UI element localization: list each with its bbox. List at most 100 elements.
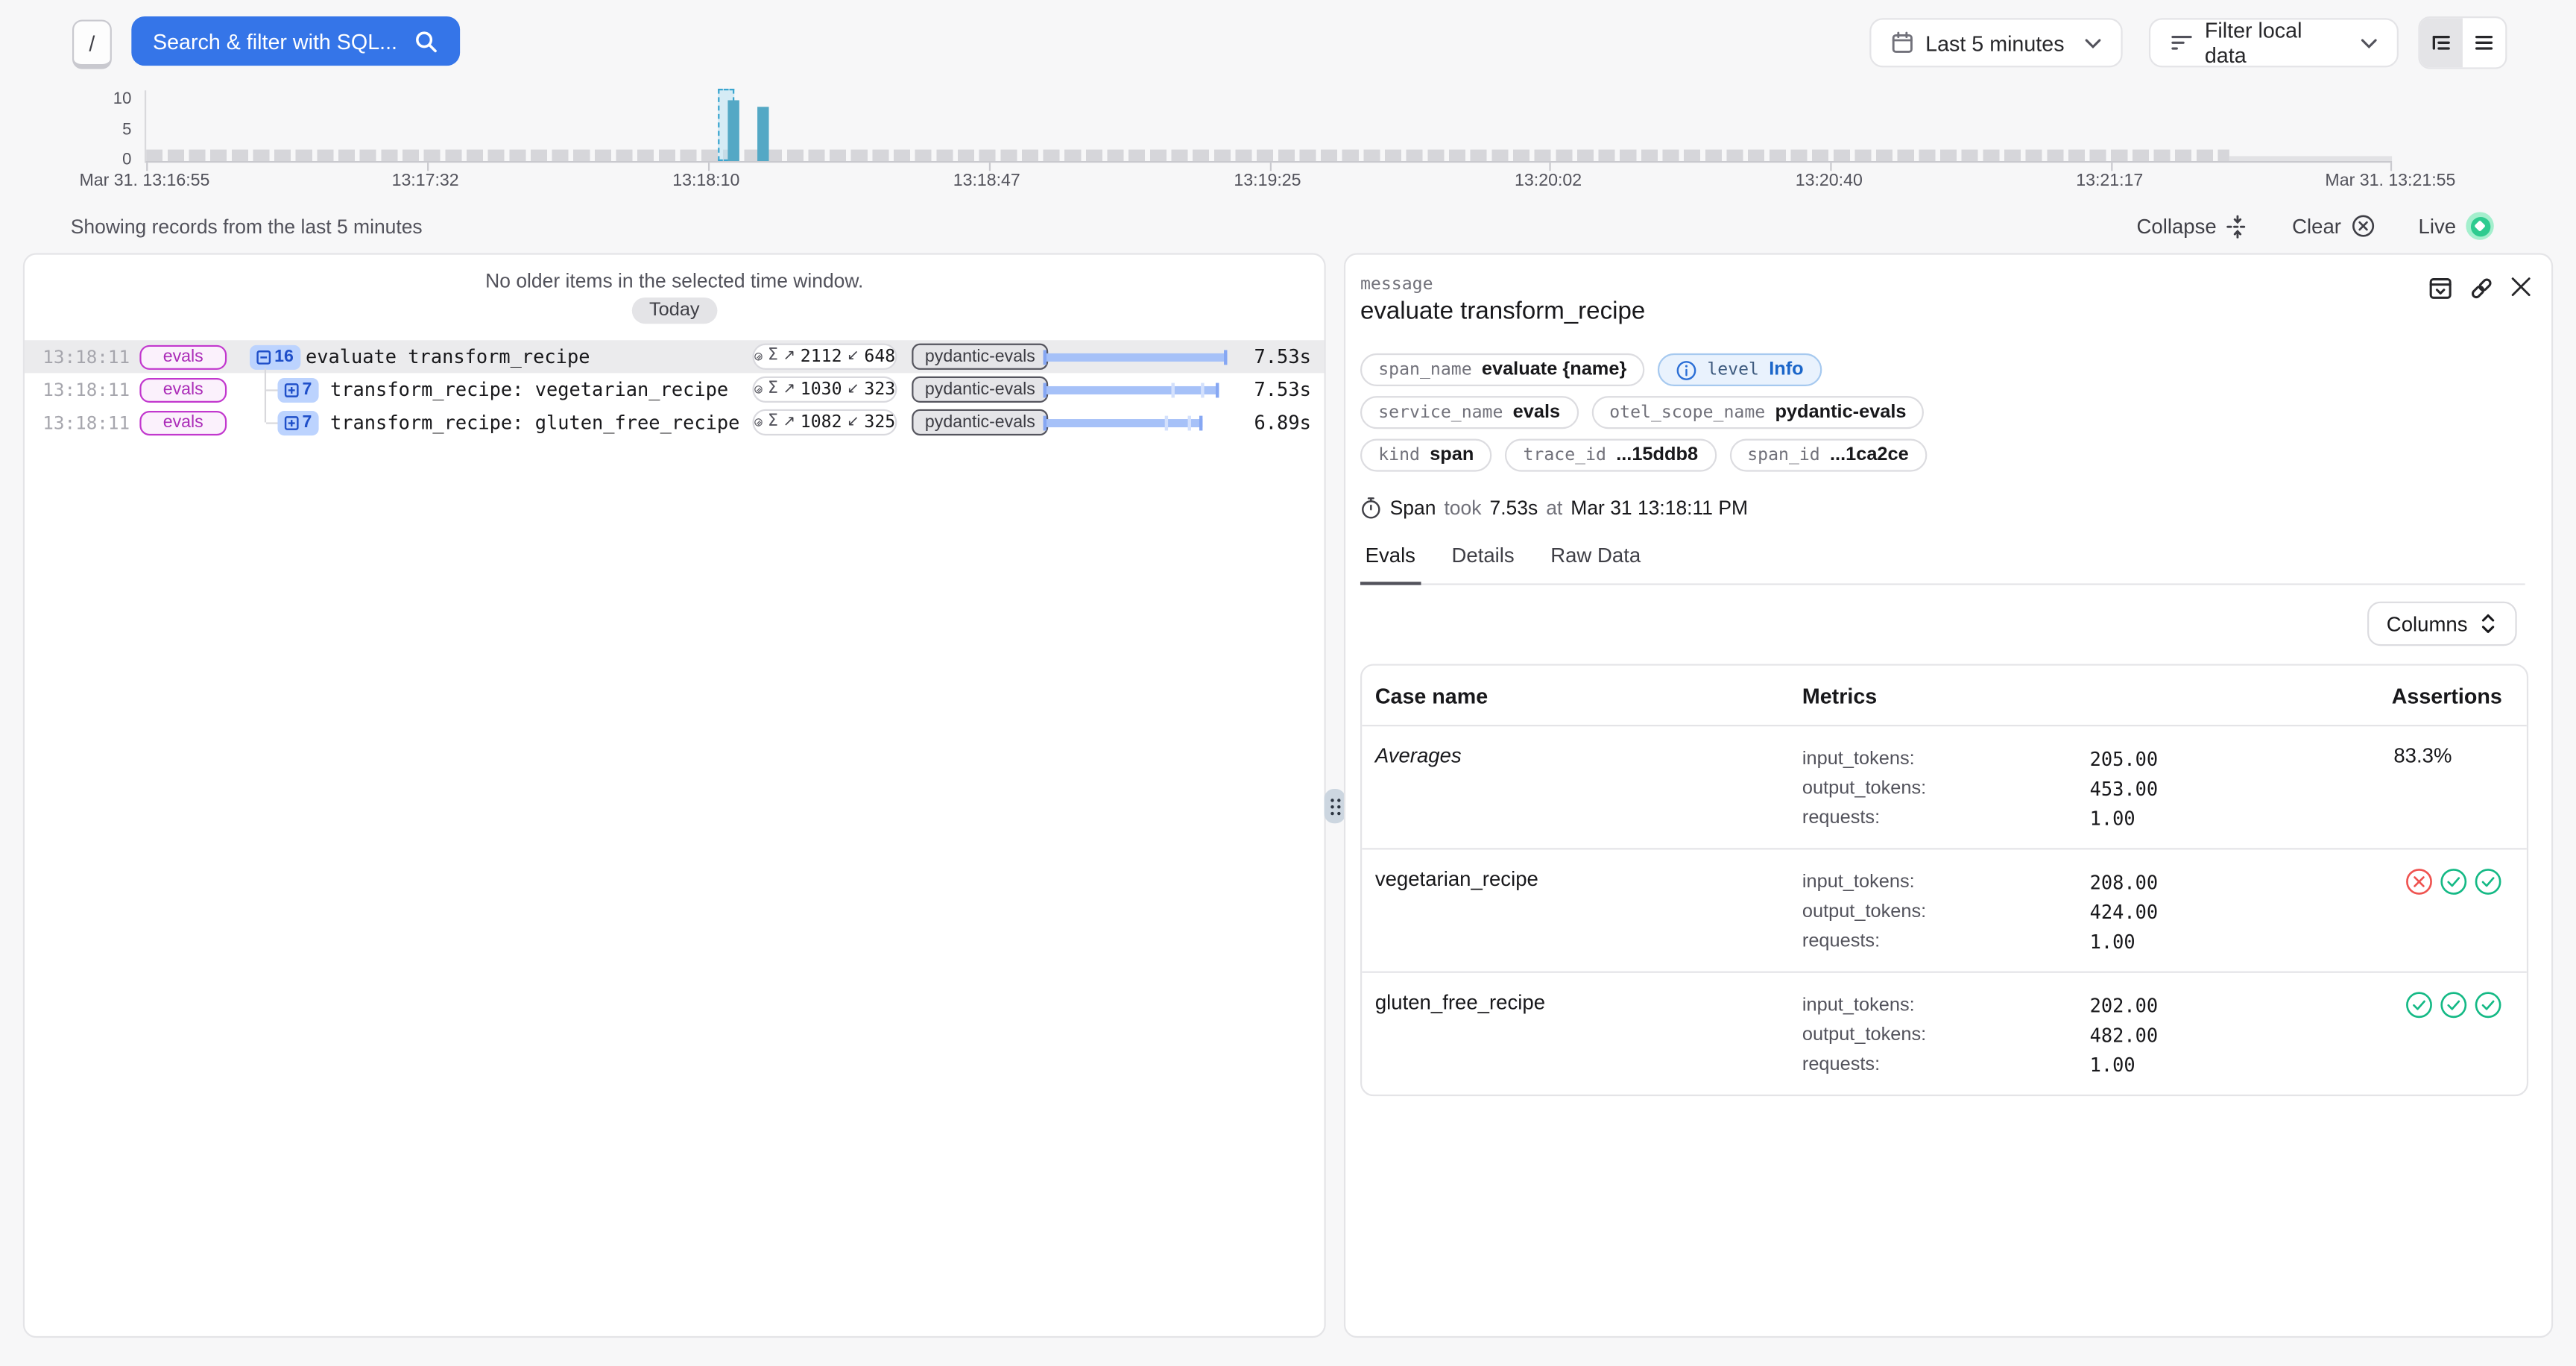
panel-resize-handle[interactable]: [1324, 789, 1345, 823]
list-view-icon: [2472, 31, 2496, 54]
evals-table-header: Case name Metrics Assertions: [1362, 666, 2527, 725]
filter-local-data-dropdown[interactable]: Filter local data: [2149, 18, 2399, 67]
x-axis-label: 13:18:47: [888, 171, 1085, 190]
eval-row-averages[interactable]: Averages input_tokens:205.00 output_toke…: [1362, 725, 2527, 848]
collapse-button[interactable]: Collapse: [2137, 215, 2250, 238]
histogram-bar[interactable]: [757, 107, 768, 161]
live-indicator-icon: [2466, 212, 2493, 239]
took-word: took: [1444, 497, 1481, 520]
trace-row-vegetarian-recipe[interactable]: 13:18:11 evals 7 transform_recipe: veget…: [25, 373, 1324, 406]
assertion-pass-icon: [2405, 991, 2433, 1080]
header-metrics: Metrics: [1802, 683, 2366, 708]
copy-link-icon[interactable]: [2469, 276, 2494, 300]
tab-details[interactable]: Details: [1447, 544, 1519, 584]
attr-span-id-pill[interactable]: span_id ...1ca2ce: [1729, 438, 1927, 471]
time-range-dropdown[interactable]: Last 5 minutes: [1869, 18, 2122, 67]
attr-service-name-pill[interactable]: service_name evals: [1360, 396, 1578, 429]
list-view-toggle[interactable]: [2463, 18, 2505, 67]
row-tag-evals[interactable]: evals: [139, 410, 227, 435]
row-tag-evals[interactable]: evals: [139, 377, 227, 402]
trace-row-evaluate-transform-recipe[interactable]: 13:18:11 evals 16 evaluate transform_rec…: [25, 340, 1324, 373]
showing-records-text: Showing records from the last 5 minutes: [71, 215, 423, 239]
tree-view-toggle[interactable]: [2420, 18, 2463, 67]
attr-otel-scope-name-pill[interactable]: otel_scope_name pydantic-evals: [1591, 396, 1925, 429]
close-icon[interactable]: [2510, 276, 2532, 300]
x-axis-label: 13:18:10: [607, 171, 804, 190]
sigma-icon: Σ: [768, 381, 778, 397]
attr-key: service_name: [1378, 403, 1503, 422]
metrics-cell: input_tokens:208.00 output_tokens:424.00…: [1802, 868, 2366, 957]
search-button-label: Search & filter with SQL...: [153, 29, 397, 54]
span-name: transform_recipe: vegetarian_recipe: [330, 378, 728, 401]
live-label: Live: [2419, 215, 2457, 238]
app-root: / Search & filter with SQL... Last 5 min…: [0, 0, 2576, 1366]
assertions-percentage: 83.3%: [2366, 744, 2528, 833]
x-axis-label: Mar 31. 13:16:55: [46, 171, 243, 190]
attr-key: span_id: [1747, 445, 1820, 465]
search-icon: [414, 29, 438, 54]
scope-pill[interactable]: pydantic-evals: [912, 409, 1048, 435]
attr-span-name-pill[interactable]: span_name evaluate {name}: [1360, 353, 1645, 386]
assertion-fail-icon: [2405, 868, 2433, 957]
collapse-label: Collapse: [2137, 215, 2217, 238]
slash-shortcut-keycap: /: [72, 19, 112, 69]
input-tokens: 1082: [801, 412, 842, 432]
attr-value: ...1ca2ce: [1830, 445, 1909, 465]
output-tokens: 648: [864, 347, 895, 366]
header-case-name: Case name: [1362, 683, 1802, 708]
assertion-pass-icon: [2440, 868, 2467, 957]
tree-connector-elbow: [266, 421, 277, 423]
attr-value: Info: [1769, 360, 1803, 380]
case-name: Averages: [1362, 744, 1802, 833]
clear-button[interactable]: Clear: [2292, 214, 2375, 239]
row-tag-evals[interactable]: evals: [139, 344, 227, 369]
metrics-cell: input_tokens:205.00 output_tokens:453.00…: [1802, 744, 2366, 833]
input-tokens-arrow-icon: ↗: [783, 414, 796, 430]
clear-icon: [2351, 214, 2375, 239]
x-axis-label: Mar 31. 13:21:55: [2292, 171, 2489, 190]
sigma-icon: Σ: [768, 348, 778, 365]
expand-children-badge[interactable]: 7: [277, 377, 318, 402]
input-tokens: 1030: [801, 380, 842, 399]
histogram-bar-selected[interactable]: [727, 100, 739, 161]
output-tokens-arrow-icon: ↙: [847, 381, 859, 397]
tab-raw-data[interactable]: Raw Data: [1546, 544, 1646, 584]
attr-level-pill[interactable]: level Info: [1658, 353, 1822, 386]
chevron-down-icon: [2361, 37, 2377, 48]
output-tokens: 323: [864, 380, 895, 399]
span-duration-summary: Span took 7.53s at Mar 31 13:18:11 PM: [1360, 497, 1748, 520]
x-axis-label: 13:21:17: [2011, 171, 2208, 190]
time-range-label: Last 5 minutes: [1925, 31, 2064, 55]
input-tokens-arrow-icon: ↗: [783, 381, 796, 397]
eval-row-vegetarian-recipe[interactable]: vegetarian_recipe input_tokens:208.00 ou…: [1362, 848, 2527, 971]
span-title: evaluate transform_recipe: [1360, 298, 1645, 325]
zero-count-baseline-tail: [2229, 156, 2392, 161]
search-button[interactable]: Search & filter with SQL...: [131, 16, 459, 66]
attr-trace-id-pill[interactable]: trace_id ...15ddb8: [1505, 438, 1716, 471]
metrics-cell: input_tokens:202.00 output_tokens:482.00…: [1802, 991, 2366, 1080]
at-word: at: [1546, 497, 1562, 520]
y-axis-tick-0: 0: [92, 152, 131, 169]
child-count: 7: [303, 412, 312, 432]
today-pill[interactable]: Today: [631, 298, 718, 324]
attr-kind-pill[interactable]: kind span: [1360, 438, 1492, 471]
scope-pill[interactable]: pydantic-evals: [912, 344, 1048, 370]
calendar-icon: [1891, 31, 1914, 54]
child-count: 7: [303, 380, 312, 399]
eval-row-gluten-free-recipe[interactable]: gluten_free_recipe input_tokens:202.00 o…: [1362, 972, 2527, 1095]
dock-panel-icon[interactable]: [2428, 276, 2453, 300]
duration-bar: [1044, 349, 1228, 364]
x-axis-label: 13:20:40: [1731, 171, 1928, 190]
collapse-children-badge[interactable]: 16: [250, 344, 300, 369]
trace-row-gluten-free-recipe[interactable]: 13:18:11 evals 7 transform_recipe: glute…: [25, 406, 1324, 438]
columns-button-label: Columns: [2387, 612, 2468, 635]
duration-text: 6.89s: [1229, 411, 1311, 434]
expand-children-badge[interactable]: 7: [277, 410, 318, 435]
live-toggle[interactable]: Live: [2419, 212, 2494, 239]
tab-evals[interactable]: Evals: [1360, 544, 1421, 585]
columns-button[interactable]: Columns: [2367, 602, 2516, 646]
sigma-icon: Σ: [768, 414, 778, 430]
trace-rows: 13:18:11 evals 16 evaluate transform_rec…: [25, 340, 1324, 438]
row-timestamp: 13:18:11: [42, 380, 130, 401]
scope-pill[interactable]: pydantic-evals: [912, 377, 1048, 403]
